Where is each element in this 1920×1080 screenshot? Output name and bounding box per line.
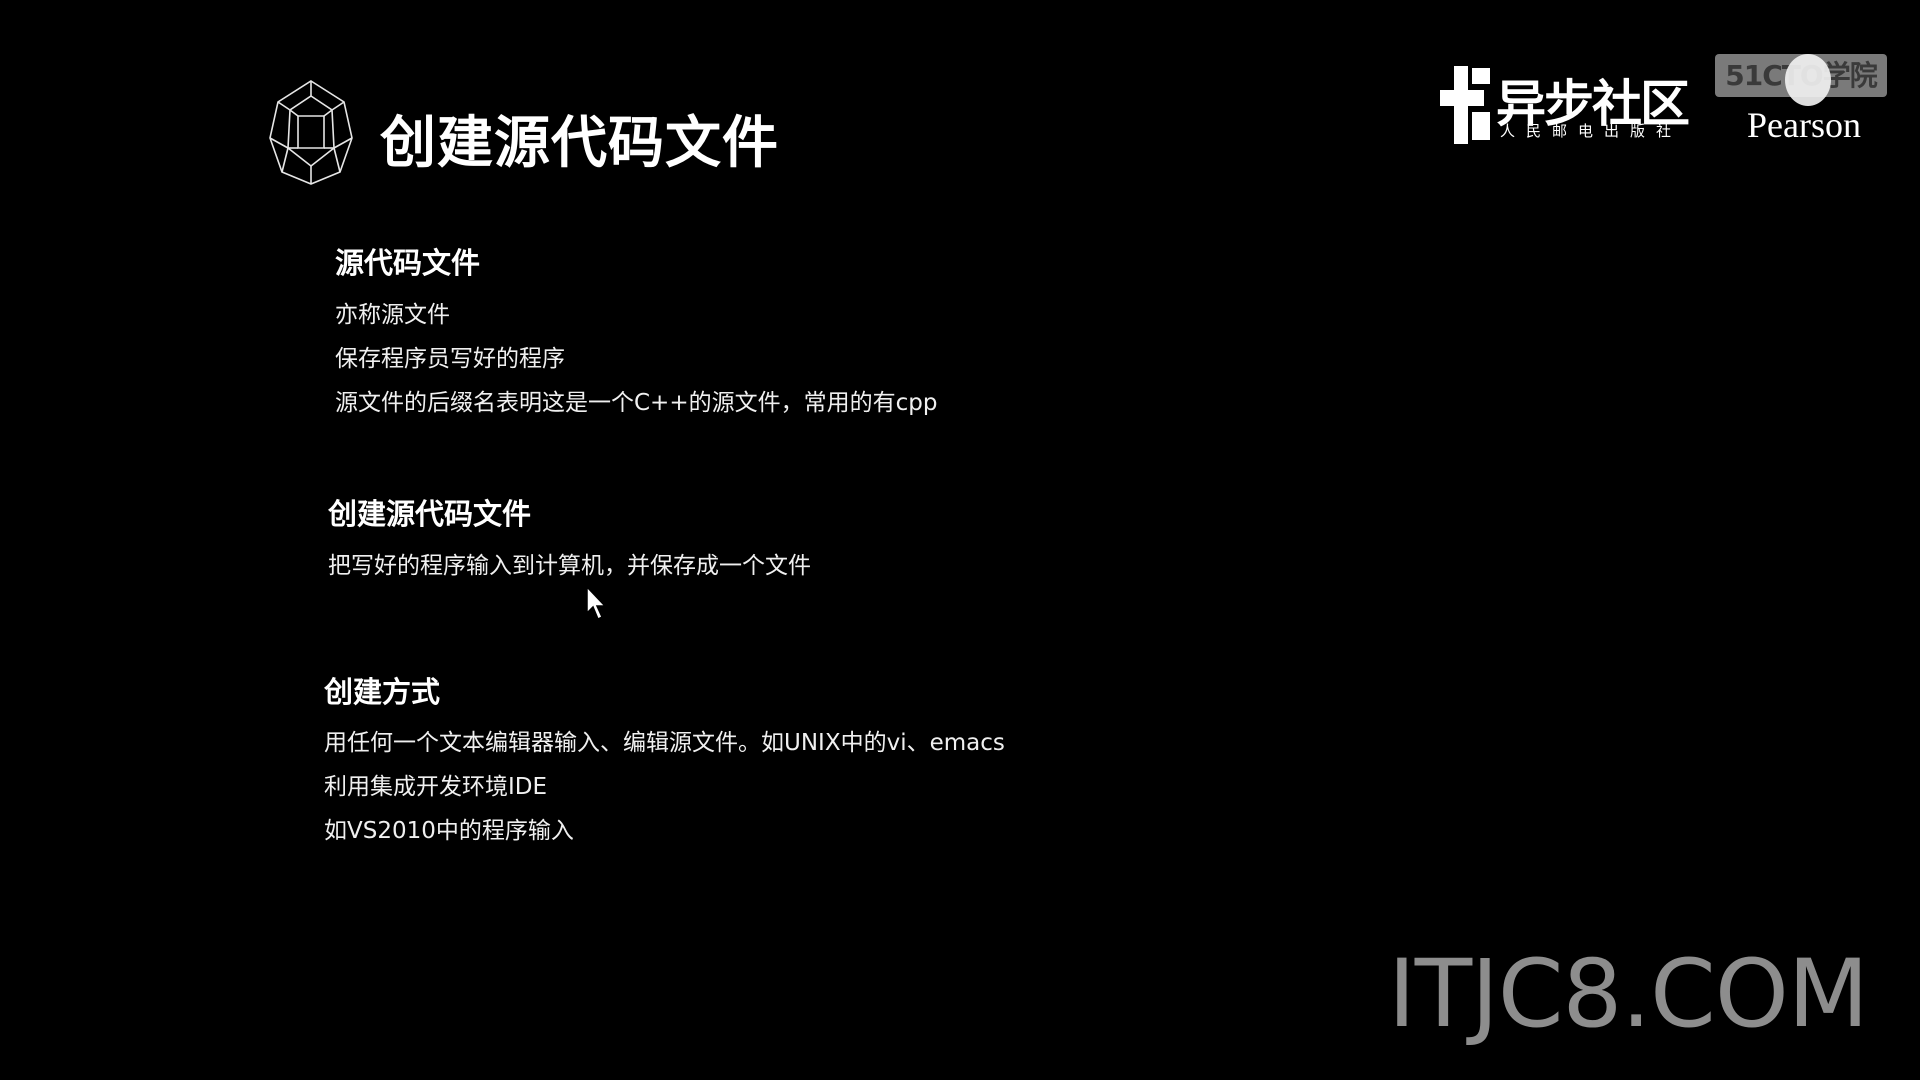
section-line: 利用集成开发环境IDE	[324, 774, 548, 800]
yibu-community-logo: 异步社区 人民邮电出版社	[1440, 64, 1690, 146]
51cto-circle-mark-icon	[1785, 54, 1831, 106]
watermark: ITJC8.COM	[1388, 940, 1869, 1049]
section-line: 用任何一个文本编辑器输入、编辑源文件。如UNIX中的vi、emacs	[324, 730, 1005, 756]
slide-title: 创建源代码文件	[380, 111, 779, 176]
pearson-logo: Pearson	[1747, 105, 1861, 145]
mouse-pointer-icon	[586, 586, 607, 621]
polyhedron-wireframe-icon	[269, 80, 353, 185]
section-heading-source-file: 源代码文件	[335, 246, 481, 280]
section-line: 如VS2010中的程序输入	[324, 818, 574, 844]
section-heading-create-source-file: 创建源代码文件	[328, 497, 532, 531]
section-line: 保存程序员写好的程序	[335, 346, 565, 372]
yibu-logo-subtext: 人民邮电出版社	[1500, 122, 1683, 140]
section-line: 亦称源文件	[335, 302, 450, 328]
section-heading-creation-method: 创建方式	[324, 675, 441, 709]
section-line: 把写好的程序输入到计算机，并保存成一个文件	[328, 553, 811, 579]
yibu-mark-icon	[1440, 66, 1490, 144]
section-line: 源文件的后缀名表明这是一个C++的源文件，常用的有cpp	[335, 390, 938, 416]
